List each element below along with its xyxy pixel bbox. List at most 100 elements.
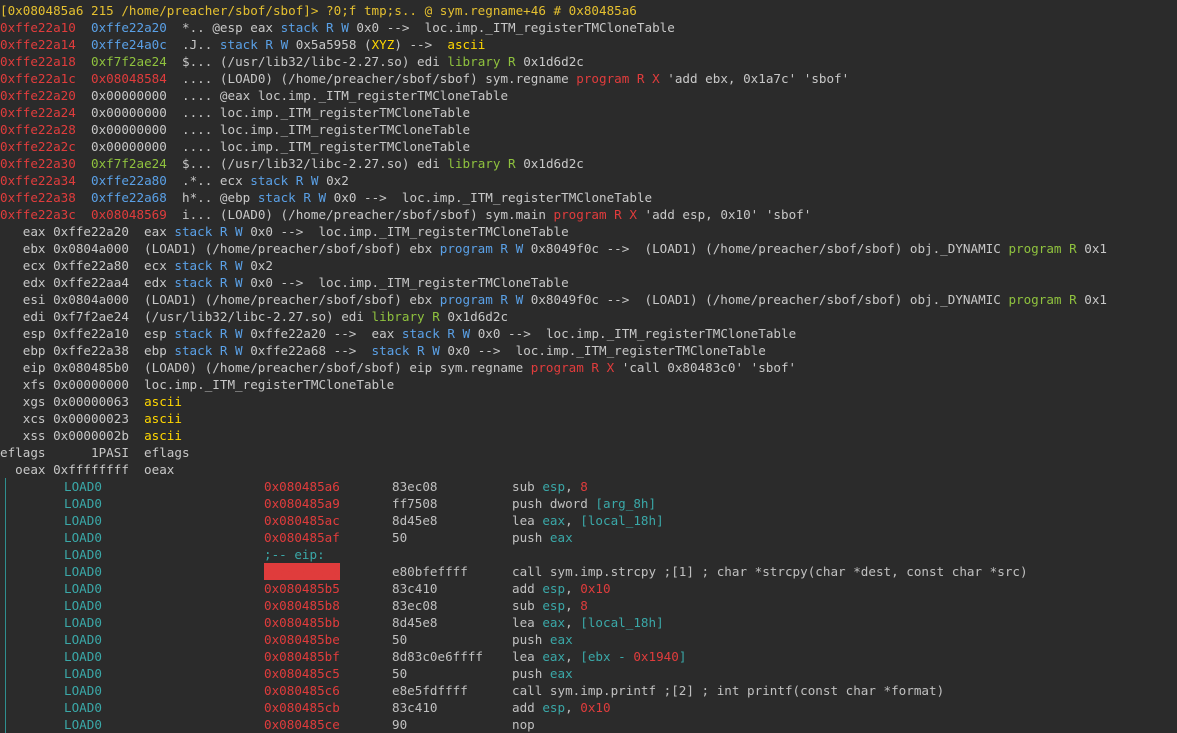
instruction-token: push — [512, 530, 550, 545]
stack-row[interactable]: 0xffe22a2c 0x00000000 .... loc.imp._ITM_… — [0, 138, 1177, 155]
register-row[interactable]: eflags 1PASI eflags — [0, 444, 1177, 461]
stack-annotation: XYZ — [371, 37, 395, 52]
disasm-row[interactable]: LOAD0 0x080485af 50 push eax — [0, 529, 1177, 546]
disasm-row[interactable]: LOAD0 0x080485a6 83ec08 sub esp, 8 — [0, 478, 1177, 495]
instruction-address: 0x080485bb — [264, 615, 340, 630]
register-text: stack R W — [174, 343, 243, 358]
stack-row[interactable]: 0xffe22a28 0x00000000 .... loc.imp._ITM_… — [0, 121, 1177, 138]
flow-line — [5, 597, 6, 614]
instruction: push dword [arg_8h] — [512, 495, 656, 512]
register-row[interactable]: xgs 0x00000063 ascii — [0, 393, 1177, 410]
disasm-row[interactable]: LOAD0 0x080485be 50 push eax — [0, 631, 1177, 648]
register-row[interactable]: xcs 0x00000023 ascii — [0, 410, 1177, 427]
prompt-line[interactable]: [0x080485a6 215 /home/preacher/sbof/sbof… — [0, 2, 1177, 19]
disasm-row[interactable]: LOAD0 0x080485cb 83c410 add esp, 0x10 — [0, 699, 1177, 716]
stack-address: 0xffe22a24 — [0, 105, 76, 120]
stack-value: 0xf7f2ae24 — [91, 54, 167, 69]
flow-line — [5, 478, 6, 495]
stack-address: 0xffe22a20 — [0, 88, 76, 103]
disasm-row[interactable]: LOAD0 0x080485c5 50 push eax — [0, 665, 1177, 682]
disasm-row[interactable]: LOAD0 0x080485bb 8d45e8 lea eax, [local_18h… — [0, 614, 1177, 631]
stack-annotation: .... loc.imp._ITM_registerTMCloneTable — [166, 139, 471, 154]
register-row[interactable]: edi 0xf7f2ae24 (/usr/lib32/libc-2.27.so)… — [0, 308, 1177, 325]
register-text: ascii — [144, 394, 182, 409]
instruction: push eax — [512, 529, 573, 546]
instruction: lea eax, [local_18h] — [512, 614, 664, 631]
register-text: edx 0xffe22aa4 edx — [0, 275, 175, 290]
stack-row[interactable]: 0xffe22a10 0xffe22a20 *.. @esp eax stack… — [0, 19, 1177, 36]
stack-annotation: i... (LOAD0) (/home/preacher/sbof/sbof) … — [166, 207, 554, 222]
register-text: xfs 0x00000000 loc.imp._ITM_registerTMCl… — [0, 377, 395, 392]
instruction-address: 0x080485c6 — [264, 683, 340, 698]
stack-row[interactable]: 0xffe22a34 0xffe22a80 .*.. ecx stack R W… — [0, 172, 1177, 189]
opcode-bytes: 90 — [392, 717, 408, 732]
register-row[interactable]: edx 0xffe22aa4 edx stack R W 0x0 --> loc… — [0, 274, 1177, 291]
instruction-token: eax — [542, 615, 566, 630]
register-row[interactable]: esi 0x0804a000 (LOAD1) (/home/preacher/s… — [0, 291, 1177, 308]
instruction-token: add — [512, 581, 543, 596]
disasm-row[interactable]: LOAD0 0x080485bf 8d83c0e6ffff lea eax, [ebx… — [0, 648, 1177, 665]
disasm-row[interactable]: LOAD0 0x080485a9 ff7508 push dword [arg_8h] — [0, 495, 1177, 512]
instruction-address: 0x080485af — [264, 530, 340, 545]
stack-annotation: 0x1d6d2c — [515, 54, 584, 69]
instruction-token: call sym.imp.printf ;[2] ; int printf(co… — [512, 683, 945, 698]
register-row[interactable]: oeax 0xffffffff oeax — [0, 461, 1177, 478]
stack-row[interactable]: 0xffe22a20 0x00000000 .... @eax loc.imp.… — [0, 87, 1177, 104]
stack-address: 0xffe22a14 — [0, 37, 76, 52]
disasm-row[interactable]: LOAD0 0x080485b8 83ec08 sub esp, 8 — [0, 597, 1177, 614]
disasm-row[interactable]: LOAD0 0x080485b0 e80bfeffff call sym.imp.st… — [0, 563, 1177, 580]
disasm-row[interactable]: LOAD0 0x080485ce 90 nop — [0, 716, 1177, 733]
stack-row[interactable]: 0xffe22a24 0x00000000 .... loc.imp._ITM_… — [0, 104, 1177, 121]
register-text: xss 0x0000002b — [0, 428, 145, 443]
instruction-token: push dword — [512, 496, 596, 511]
register-row[interactable]: ebx 0x0804a000 (LOAD1) (/home/preacher/s… — [0, 240, 1177, 257]
instruction-token: 0x1940 — [633, 649, 679, 664]
instruction-address: 0x080485b0 — [264, 563, 340, 580]
instruction-token: , — [565, 513, 581, 528]
stack-annotation: stack R W — [250, 173, 319, 188]
register-text: 0xffe22a68 --> — [242, 343, 372, 358]
eip-marker-row[interactable]: LOAD0 ;-- eip: — [0, 546, 1177, 563]
stack-row[interactable]: 0xffe22a30 0xf7f2ae24 $... (/usr/lib32/l… — [0, 155, 1177, 172]
register-row[interactable]: eax 0xffe22a20 eax stack R W 0x0 --> loc… — [0, 223, 1177, 240]
stack-annotation: .... (LOAD0) (/home/preacher/sbof/sbof) … — [166, 71, 577, 86]
instruction: sub esp, 8 — [512, 597, 588, 614]
instruction-token: , — [565, 649, 581, 664]
terminal-window[interactable]: [0x080485a6 215 /home/preacher/sbof/sbof… — [0, 0, 1177, 733]
disasm-row[interactable]: LOAD0 0x080485ac 8d45e8 lea eax, [local_18h… — [0, 512, 1177, 529]
stack-address: 0xffe22a18 — [0, 54, 76, 69]
segment-label: LOAD0 — [64, 547, 102, 562]
instruction-token: esp — [542, 479, 566, 494]
stack-annotation: 0x2 — [318, 173, 349, 188]
opcode-bytes: e80bfeffff — [392, 564, 468, 579]
register-row[interactable]: ecx 0xffe22a80 ecx stack R W 0x2 — [0, 257, 1177, 274]
instruction-token: eax — [549, 666, 573, 681]
disassembly-view: LOAD0 0x080485a6 83ec08 sub esp, 8 LOAD0 0x08… — [0, 478, 1177, 733]
instruction-token: [local_18h] — [580, 513, 664, 528]
register-row[interactable]: xfs 0x00000000 loc.imp._ITM_registerTMCl… — [0, 376, 1177, 393]
flow-line — [5, 699, 6, 716]
stack-row[interactable]: 0xffe22a1c 0x08048584 .... (LOAD0) (/hom… — [0, 70, 1177, 87]
instruction-token: ] — [678, 649, 687, 664]
stack-row[interactable]: 0xffe22a14 0xffe24a0c .J.. stack R W 0x5… — [0, 36, 1177, 53]
stack-row[interactable]: 0xffe22a18 0xf7f2ae24 $... (/usr/lib32/l… — [0, 53, 1177, 70]
register-row[interactable]: ebp 0xffe22a38 ebp stack R W 0xffe22a68 … — [0, 342, 1177, 359]
stack-row[interactable]: 0xffe22a3c 0x08048569 i... (LOAD0) (/hom… — [0, 206, 1177, 223]
instruction-token: , — [565, 700, 581, 715]
instruction-token: , — [565, 615, 581, 630]
register-row[interactable]: eip 0x080485b0 (LOAD0) (/home/preacher/s… — [0, 359, 1177, 376]
instruction-token: eax — [542, 649, 566, 664]
stack-address: 0xffe22a2c — [0, 139, 76, 154]
stack-annotation: stack R W — [219, 37, 289, 52]
stack-annotation: stack R W — [257, 190, 327, 205]
stack-annotation: h*.. @ebp — [166, 190, 258, 205]
stack-annotation: 'add ebx, 0x1a7c' 'sbof' — [659, 71, 850, 86]
disasm-row[interactable]: LOAD0 0x080485b5 83c410 add esp, 0x10 — [0, 580, 1177, 597]
stack-annotation: 0x0 --> loc.imp._ITM_registerTMCloneTabl… — [326, 190, 653, 205]
register-text: 0x0 --> loc.imp._ITM_registerTMCloneTabl… — [242, 275, 569, 290]
register-row[interactable]: xss 0x0000002b ascii — [0, 427, 1177, 444]
stack-row[interactable]: 0xffe22a38 0xffe22a68 h*.. @ebp stack R … — [0, 189, 1177, 206]
register-row[interactable]: esp 0xffe22a10 esp stack R W 0xffe22a20 … — [0, 325, 1177, 342]
disasm-row[interactable]: LOAD0 0x080485c6 e8e5fdffff call sym.imp.pr… — [0, 682, 1177, 699]
